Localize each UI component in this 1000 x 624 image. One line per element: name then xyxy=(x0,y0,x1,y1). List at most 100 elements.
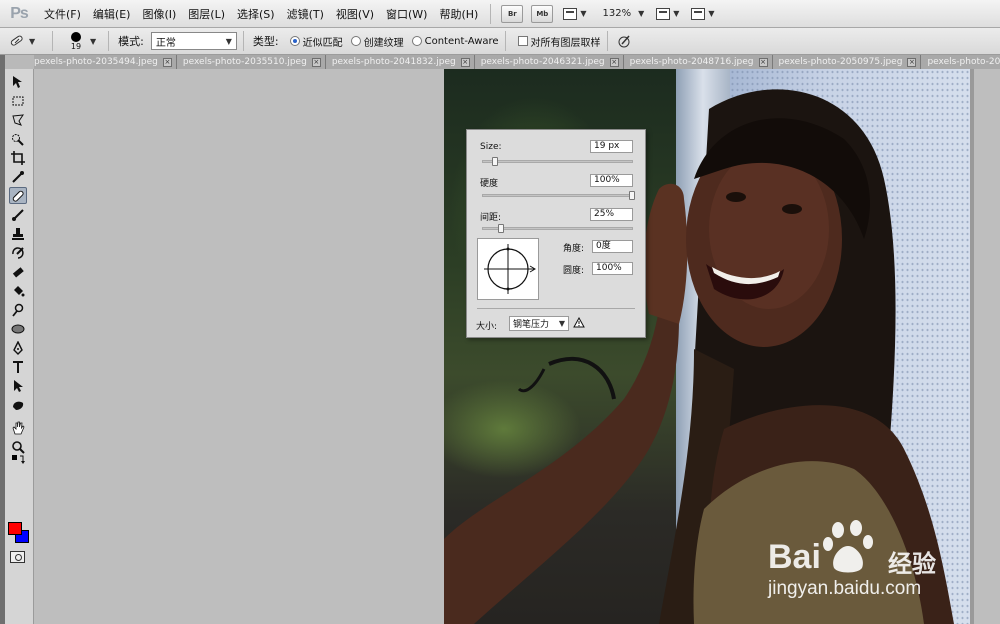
tools-panel-header[interactable] xyxy=(5,55,34,69)
brush-options-popup: Size: 19 px 硬度 100% 间距: 25% 角度: 0度 圆度: 1… xyxy=(466,129,646,338)
brush-tool[interactable] xyxy=(9,206,27,223)
menu-file[interactable]: 文件(F) xyxy=(38,6,87,22)
brush-angle-preview[interactable] xyxy=(477,238,539,300)
default-colors-icon xyxy=(12,455,25,464)
document-tab[interactable]: pexels-photo-2035510.jpeg × xyxy=(176,55,326,69)
view-extras-dropdown[interactable]: ▼ xyxy=(563,7,587,20)
close-icon[interactable]: × xyxy=(311,57,321,67)
size-slider[interactable] xyxy=(482,157,633,166)
stamp-icon xyxy=(12,227,24,240)
hardness-slider[interactable] xyxy=(482,191,635,200)
menu-image[interactable]: 图像(I) xyxy=(136,6,182,22)
roundness-field[interactable]: 100% xyxy=(592,262,633,275)
document-tab[interactable]: pexels-photo-2050986.jpeg× xyxy=(921,55,1000,69)
tools-panel-grip[interactable] xyxy=(0,55,5,624)
options-separator xyxy=(52,31,53,51)
sample-all-layers-checkbox[interactable]: 对所有图层取样 xyxy=(517,34,601,49)
eyedropper-tool[interactable] xyxy=(9,168,27,185)
document-tab[interactable]: pexels-photo-2046321.jpeg × xyxy=(474,55,624,69)
baidu-paw-logo-icon xyxy=(823,520,873,573)
document-tab[interactable]: pexels-photo-2050975.jpeg × xyxy=(772,55,922,69)
size-control-select[interactable]: 钢笔压力 ▼ xyxy=(509,316,569,331)
screen-mode-dropdown[interactable]: ▼ xyxy=(691,7,715,20)
tools-panel xyxy=(0,55,34,624)
spacing-field[interactable]: 25% xyxy=(590,208,633,221)
document-tab-label: pexels-photo-2046321.jpeg xyxy=(480,57,605,67)
type-label: 类型: xyxy=(252,35,279,48)
window-controls-area xyxy=(850,0,1000,28)
roundness-label: 圆度: xyxy=(563,266,585,276)
document-tab[interactable]: pexels-photo-2048716.jpeg × xyxy=(623,55,773,69)
sponge-tool[interactable] xyxy=(9,320,27,337)
lasso-icon xyxy=(12,113,25,126)
zoom-level[interactable]: 132% xyxy=(603,8,632,19)
quick-selection-tool[interactable] xyxy=(9,130,27,147)
swap-colors[interactable] xyxy=(9,453,27,467)
menu-edit[interactable]: 编辑(E) xyxy=(87,6,137,22)
dodge-tool[interactable] xyxy=(9,301,27,318)
mini-bridge-button[interactable]: Mb xyxy=(531,4,554,23)
menu-filter[interactable]: 滤镜(T) xyxy=(281,6,330,22)
type-radio-proximity-match[interactable]: 近似匹配 xyxy=(289,34,343,49)
foreground-color-swatch[interactable] xyxy=(8,522,22,535)
marquee-icon xyxy=(12,96,24,105)
close-icon[interactable]: × xyxy=(907,57,917,67)
brush-picker[interactable]: 19 xyxy=(65,31,87,51)
menu-window[interactable]: 窗口(W) xyxy=(380,6,433,22)
menu-select[interactable]: 选择(S) xyxy=(231,6,281,22)
brush-icon xyxy=(12,208,24,221)
spacing-slider[interactable] xyxy=(482,224,633,233)
options-separator xyxy=(108,31,110,51)
quick-mask-button[interactable] xyxy=(10,551,25,563)
sponge-icon xyxy=(11,324,25,333)
menu-layer[interactable]: 图层(L) xyxy=(182,6,231,22)
type-radio-create-texture[interactable]: 创建纹理 xyxy=(350,34,404,49)
chevron-down-icon: ▼ xyxy=(580,9,587,18)
tool-preset-picker[interactable]: ▼ xyxy=(8,33,46,49)
photoshop-logo: Ps xyxy=(10,4,29,22)
angle-field[interactable]: 0度 xyxy=(592,240,633,253)
clone-stamp-tool[interactable] xyxy=(9,225,27,242)
marquee-tool[interactable] xyxy=(9,92,27,109)
view-extras-icon xyxy=(563,7,578,20)
menu-view[interactable]: 视图(V) xyxy=(330,6,380,22)
menu-help[interactable]: 帮助(H) xyxy=(433,6,484,22)
healing-brush-tool[interactable] xyxy=(9,187,27,204)
pen-tool[interactable] xyxy=(9,339,27,356)
size-slider-thumb[interactable] xyxy=(491,157,498,166)
radio-label: 创建纹理 xyxy=(363,37,404,49)
hand-tool[interactable] xyxy=(9,419,27,436)
eraser-tool[interactable] xyxy=(9,263,27,280)
document-tab[interactable]: pexels-photo-2035494.jpeg × xyxy=(34,55,177,69)
spacing-slider-thumb[interactable] xyxy=(497,224,504,233)
history-brush-tool[interactable] xyxy=(9,244,27,261)
move-tool[interactable] xyxy=(9,73,27,90)
close-icon[interactable]: × xyxy=(162,57,172,67)
type-tool[interactable] xyxy=(9,358,27,375)
crop-tool[interactable] xyxy=(9,149,27,166)
close-icon[interactable]: × xyxy=(758,57,768,67)
paint-bucket-tool[interactable] xyxy=(9,282,27,299)
path-selection-tool[interactable] xyxy=(9,377,27,394)
dodge-icon xyxy=(12,303,24,317)
bridge-button[interactable]: Br xyxy=(501,4,524,23)
arrange-documents-dropdown[interactable]: ▼ xyxy=(656,7,679,20)
hardness-slider-thumb[interactable] xyxy=(629,191,635,200)
tablet-pressure-icon[interactable] xyxy=(616,33,632,49)
close-icon[interactable]: × xyxy=(460,57,470,67)
chevron-down-icon[interactable]: ▼ xyxy=(90,37,96,46)
size-field[interactable]: 19 px xyxy=(590,140,633,153)
mode-select-value: 正常 xyxy=(155,37,176,49)
close-icon[interactable]: × xyxy=(609,57,619,67)
hardness-field[interactable]: 100% xyxy=(590,174,633,187)
magnifier-icon xyxy=(12,440,25,454)
chevron-down-icon: ▼ xyxy=(558,319,565,328)
size-control-label: 大小: xyxy=(476,322,498,332)
document-tab[interactable]: pexels-photo-2041832.jpeg × xyxy=(325,55,475,69)
type-radio-content-aware[interactable]: Content-Aware xyxy=(411,36,499,47)
mode-select[interactable]: 正常 ▼ xyxy=(150,32,237,50)
spacing-label: 间距: xyxy=(480,213,502,223)
shape-tool[interactable] xyxy=(9,396,27,413)
lasso-tool[interactable] xyxy=(9,111,27,128)
pen-icon xyxy=(13,340,23,355)
